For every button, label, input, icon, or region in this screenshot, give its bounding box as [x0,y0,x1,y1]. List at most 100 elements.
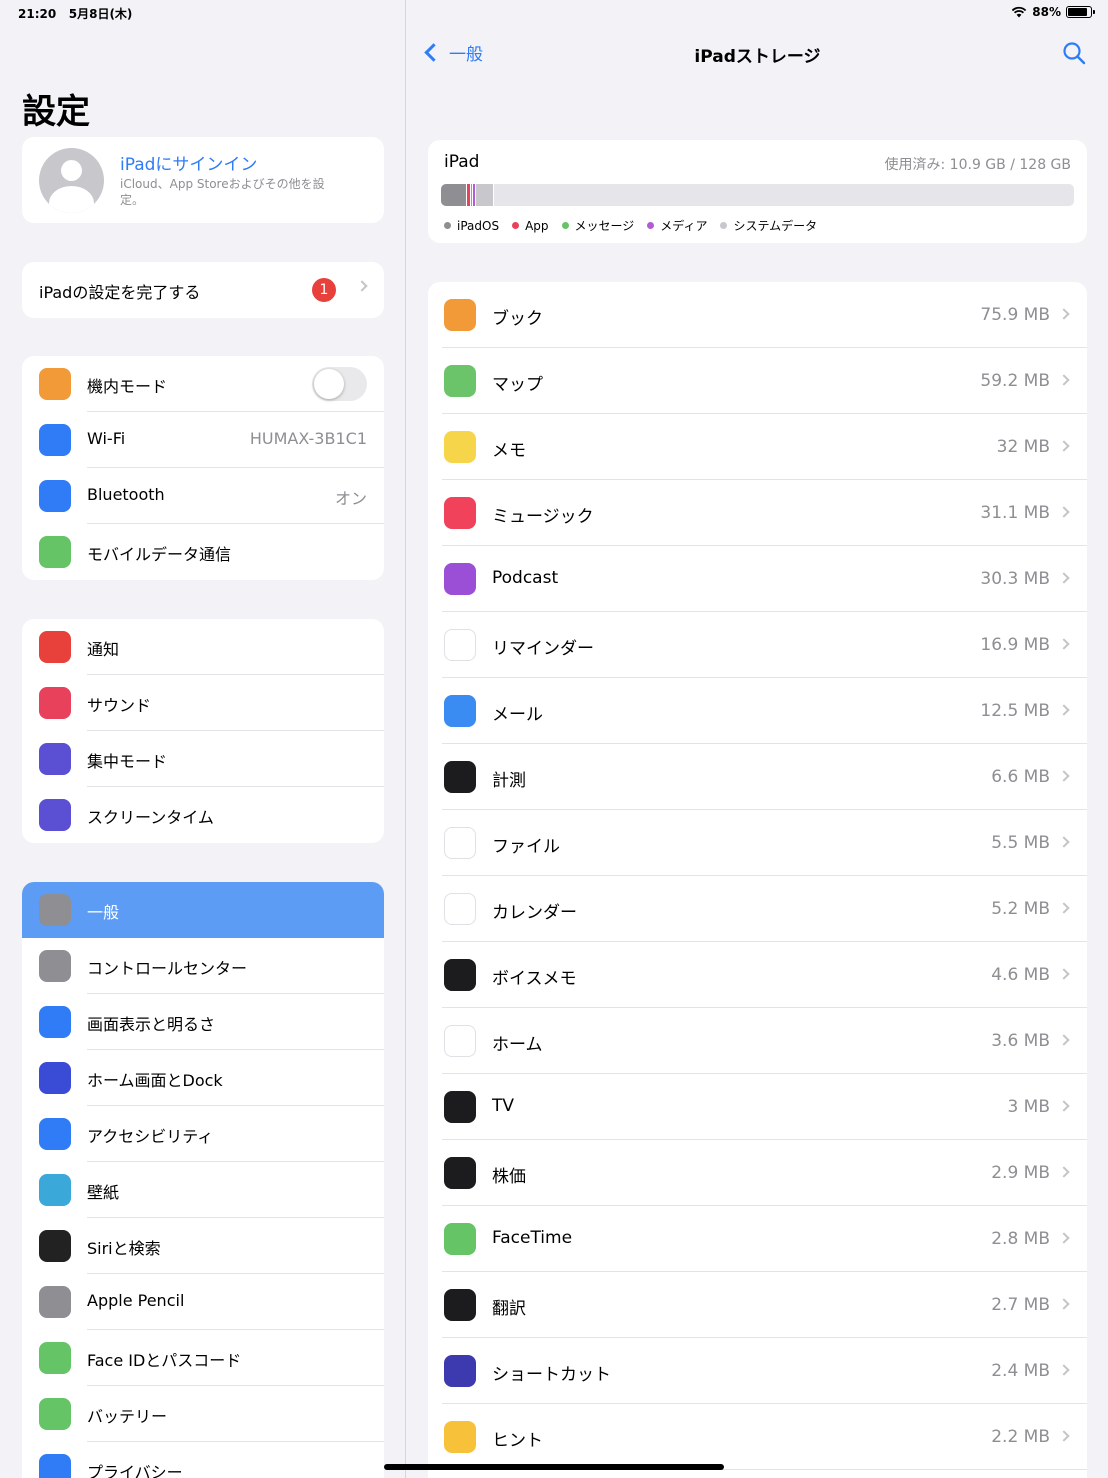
sidebar-item[interactable]: 集中モード [22,731,384,787]
app-name: 株価 [492,1167,526,1187]
airplane-mode-toggle[interactable] [312,367,367,401]
storage-segment [476,184,494,206]
sidebar-item-label: バッテリー [87,1407,168,1426]
app-storage-row[interactable]: メモ 32 MB [428,414,1087,480]
app-storage-row[interactable]: ホーム 3.6 MB [428,1008,1087,1074]
device-name: iPad [444,152,480,172]
tips-icon [444,1421,476,1453]
sign-in-subtitle: iCloud、App Storeおよびその他を設定。 [120,177,325,207]
app-name: マップ [492,375,543,395]
legend-item: メディア [647,217,707,234]
grid-icon [39,1062,71,1094]
app-name: FaceTime [492,1228,573,1248]
shortcuts-icon [444,1355,476,1387]
chevron-right-icon [1058,770,1070,782]
legend-label: iPadOS [457,218,500,233]
stocks-icon [444,1157,476,1189]
chevron-right-icon [1058,1034,1070,1046]
sidebar-item[interactable]: Bluetooth オン [22,468,384,524]
app-storage-row[interactable]: リマインダー 16.9 MB [428,612,1087,678]
sidebar-item[interactable]: アクセシビリティ [22,1106,384,1162]
app-size: 4.6 MB [991,965,1050,985]
app-size: 2.4 MB [991,1361,1050,1381]
chevron-right-icon [356,280,368,292]
sidebar-item-label: Wi-Fi [87,429,126,448]
legend-label: メディア [660,219,708,233]
sidebar-item[interactable]: バッテリー [22,1386,384,1442]
sidebar-title: 設定 [22,92,90,132]
app-storage-row[interactable]: 計測 6.6 MB [428,744,1087,810]
gear-icon [39,894,71,926]
finish-setup-row[interactable]: iPadの設定を完了する 1 [22,262,384,318]
storage-legend: iPadOS App メッセージ メディア システムデータ [444,217,817,234]
legend-label: メッセージ [574,219,635,233]
chevron-right-icon [1058,506,1070,518]
sidebar-item[interactable]: 壁紙 [22,1162,384,1218]
legend-item: iPadOS [444,217,499,234]
app-size: 31.1 MB [980,503,1050,523]
sidebar-item[interactable]: 一般 [22,882,384,938]
sidebar-item[interactable]: プライバシー [22,1442,384,1478]
sidebar-item[interactable]: コントロールセンター [22,938,384,994]
sidebar-item[interactable]: ホーム画面とDock [22,1050,384,1106]
sidebar-item[interactable]: 通知 [22,619,384,675]
text-size-icon [39,1006,71,1038]
app-name: メール [492,705,543,725]
app-storage-row[interactable]: マップ 59.2 MB [428,348,1087,414]
calendar-icon [444,893,476,925]
sidebar-item[interactable]: 機内モード [22,356,384,412]
app-storage-row[interactable]: ブック 75.9 MB [428,282,1087,348]
app-storage-row[interactable]: ショートカット 2.4 MB [428,1338,1087,1404]
app-storage-row[interactable]: FaceTime 2.8 MB [428,1206,1087,1272]
sidebar-item[interactable]: Apple Pencil [22,1274,384,1330]
sidebar-item-label: Face IDとパスコード [87,1351,242,1370]
app-storage-row[interactable]: ボイスメモ 4.6 MB [428,942,1087,1008]
app-name: 計測 [492,771,526,791]
sidebar-item[interactable]: モバイルデータ通信 [22,524,384,580]
app-size: 2.9 MB [991,1163,1050,1183]
general-group: 一般コントロールセンター画面表示と明るさ ホーム画面とDock アクセシビリティ 壁紙… [22,882,384,1478]
search-icon[interactable] [1062,41,1086,65]
chevron-right-icon [1058,968,1070,980]
app-storage-list: ブック 75.9 MB マップ 59.2 MB メモ 32 MB ミュージック 31.1 MB… [428,282,1087,1478]
app-storage-row[interactable]: 翻訳 2.7 MB [428,1272,1087,1338]
chevron-right-icon [1058,1298,1070,1310]
home-indicator[interactable] [384,1464,724,1470]
avatar [39,148,104,213]
app-size: 2.8 MB [991,1229,1050,1249]
app-storage-row[interactable]: メール 12.5 MB [428,678,1087,744]
app-storage-row[interactable]: ミュージック 31.1 MB [428,480,1087,546]
files-icon [444,827,476,859]
sidebar-item[interactable]: 画面表示と明るさ [22,994,384,1050]
battery-icon [39,1398,71,1430]
sidebar-item-label: コントロールセンター [87,959,248,978]
notes-icon [444,431,476,463]
sign-in-card[interactable]: iPadにサインイン iCloud、App Storeおよびその他を設定。 [22,137,384,223]
sidebar-item[interactable]: Face IDとパスコード [22,1330,384,1386]
chevron-right-icon [1058,836,1070,848]
sidebar-item[interactable]: スクリーンタイム [22,787,384,843]
bluetooth-icon [39,480,71,512]
chevron-right-icon [1058,308,1070,320]
app-storage-row[interactable]: ファイル 5.5 MB [428,810,1087,876]
storage-bar [441,184,1074,206]
sidebar-item[interactable]: Wi-Fi HUMAX-3B1C1 [22,412,384,468]
app-name: メモ [492,441,526,461]
sidebar-item-label: 機内モード [87,377,168,396]
app-storage-row[interactable]: Podcast 30.3 MB [428,546,1087,612]
app-size: 59.2 MB [980,371,1050,391]
legend-dot-icon [647,222,655,229]
app-storage-row[interactable]: 株価 2.9 MB [428,1140,1087,1206]
mail-icon [444,695,476,727]
app-storage-row[interactable]: カレンダー 5.2 MB [428,876,1087,942]
sidebar-item[interactable]: サウンド [22,675,384,731]
sidebar-item[interactable]: Siriと検索 [22,1218,384,1274]
sidebar-item-label: サウンド [87,696,152,715]
sidebar-item-label: プライバシー [87,1463,183,1478]
app-storage-row[interactable]: ヒント 2.2 MB [428,1404,1087,1470]
app-storage-row[interactable]: TV 3 MB [428,1074,1087,1140]
app-name: TV [492,1096,515,1116]
moon-icon [39,743,71,775]
sidebar-item-value: HUMAX-3B1C1 [249,429,367,448]
chevron-right-icon [1058,1430,1070,1442]
